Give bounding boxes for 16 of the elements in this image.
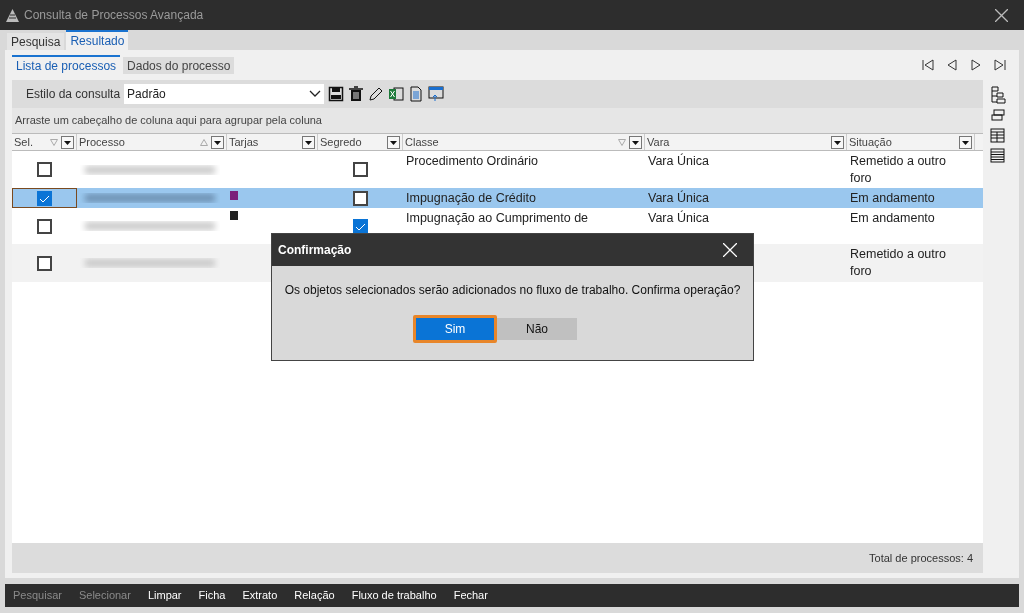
table-cell: Em andamento — [850, 191, 935, 205]
style-label: Estilo da consulta — [26, 86, 121, 103]
group-hint: Arraste um cabeçalho de coluna aqui para agrupar pela coluna — [12, 108, 983, 134]
table-cell: Vara Única — [648, 191, 709, 205]
table-cell: Procedimento Ordinário — [406, 154, 538, 168]
dialog-title: Confirmação — [278, 242, 353, 259]
table-cell: Remetido a outro foro — [850, 247, 946, 278]
table-cell: Em andamento — [850, 211, 935, 225]
total-count: Total de processos: 4 — [869, 550, 973, 566]
table-cell: Vara Única — [648, 154, 709, 168]
table-cell: Impugnação de Crédito — [406, 191, 536, 205]
window-title: Consulta de Processos Avançada — [24, 7, 204, 24]
table-cell: Impugnação ao Cumprimento de — [406, 211, 589, 225]
dialog-message: Os objetos selecionados serão adicionados no fluxo de trabalho. Confirma operação? — [283, 282, 742, 299]
table-cell: Remetido a outro foro — [850, 154, 946, 185]
table-cell: Vara Única — [648, 211, 709, 225]
